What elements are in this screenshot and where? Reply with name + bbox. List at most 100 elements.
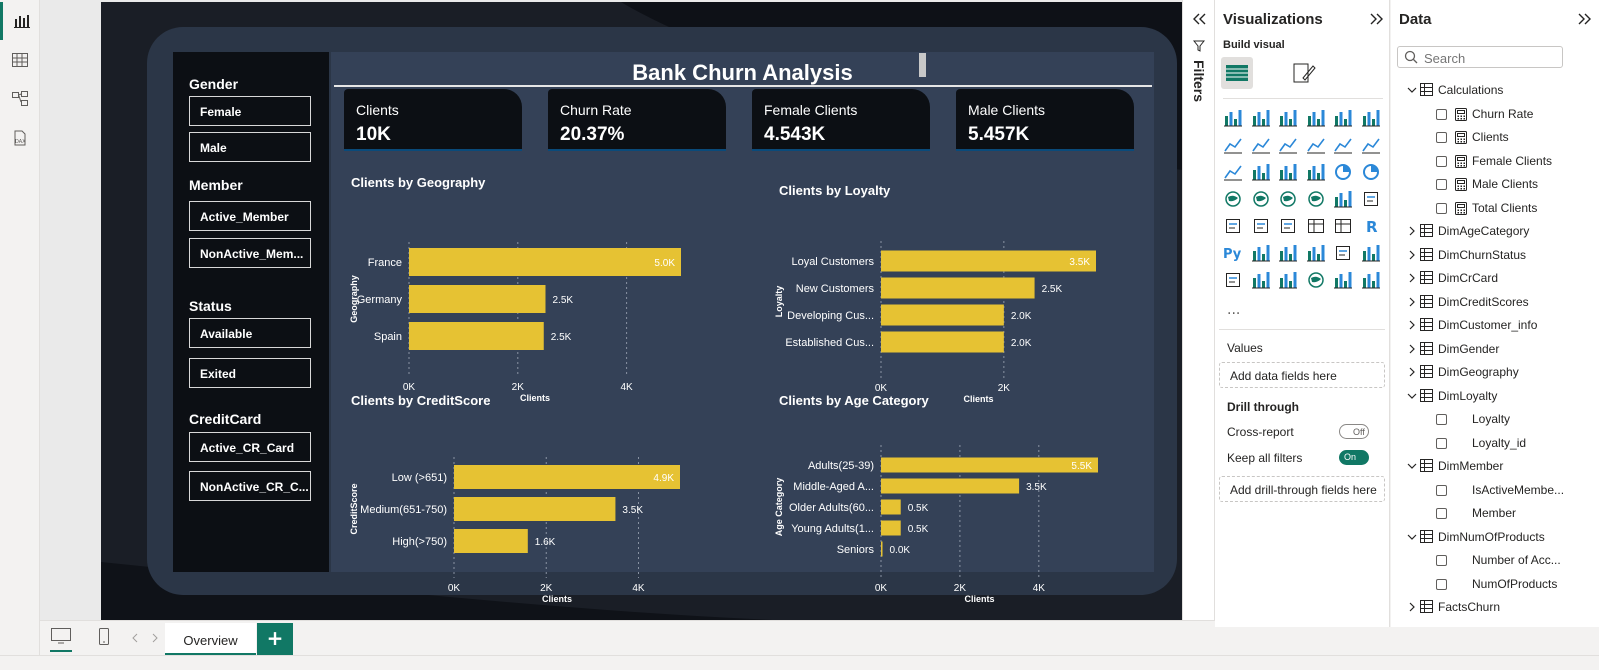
table-view-button[interactable]: [0, 41, 40, 79]
diamond-icon[interactable]: [1333, 270, 1355, 292]
field-checkbox[interactable]: [1436, 555, 1447, 566]
field-checkbox[interactable]: [1436, 202, 1447, 214]
python-visual-icon[interactable]: Py: [1223, 243, 1245, 265]
line-and-clustered-column-chart-icon[interactable]: [1361, 135, 1383, 157]
clients-by-loyalty-chart[interactable]: Clients by Loyalty 0K 2K Clients Loyalty Loy…: [771, 175, 1151, 404]
page-tab-overview[interactable]: Overview: [165, 623, 256, 656]
paginated-report-icon[interactable]: [1223, 270, 1245, 292]
creditcard-nonactive-option[interactable]: NonActive_CR_C...: [189, 471, 311, 501]
chevron-right-icon[interactable]: [1407, 296, 1417, 310]
decomposition-tree-icon[interactable]: [1278, 243, 1300, 265]
chevron-right-icon[interactable]: [1407, 601, 1417, 615]
filters-pane-collapsed[interactable]: Filters: [1182, 0, 1215, 627]
collapse-right-icon[interactable]: [1369, 12, 1383, 29]
status-available-option[interactable]: Available: [189, 318, 311, 348]
status-exited-option[interactable]: Exited: [189, 358, 311, 388]
kpi-female-clients-card[interactable]: Female Clients 4.543K: [752, 89, 930, 151]
chevron-right-icon[interactable]: [1407, 225, 1417, 239]
100-stacked-area-chart-icon[interactable]: [1306, 135, 1328, 157]
format-visual-tab[interactable]: [1291, 60, 1317, 89]
clustered-bar-chart-icon[interactable]: [1278, 108, 1300, 130]
metrics-icon[interactable]: [1361, 243, 1383, 265]
cross-report-toggle[interactable]: Off: [1339, 424, 1369, 439]
clients-by-geography-chart[interactable]: Clients by Geography 0K 2K 4K Clients Geogra…: [343, 167, 723, 402]
table-icon[interactable]: [1306, 216, 1328, 238]
chevron-right-icon[interactable]: [1407, 319, 1417, 333]
values-drop-well[interactable]: Add data fields here: [1219, 362, 1385, 388]
field-checkbox[interactable]: [1436, 132, 1447, 143]
chevron-right-icon[interactable]: [1407, 249, 1417, 263]
card-icon[interactable]: [1361, 189, 1383, 211]
model-view-button[interactable]: [0, 80, 40, 118]
chevron-right-icon[interactable]: [1407, 343, 1417, 357]
add-page-button[interactable]: +: [257, 623, 293, 656]
chevron-right-icon[interactable]: [1407, 272, 1417, 286]
next-page-icon[interactable]: [151, 632, 159, 646]
line-chart-icon[interactable]: [1223, 135, 1245, 157]
mobile-layout-button[interactable]: [98, 627, 110, 650]
member-nonactive-option[interactable]: NonActive_Mem...: [189, 238, 311, 268]
field-checkbox[interactable]: [1436, 179, 1447, 190]
bar[interactable]: [881, 457, 1098, 473]
bar[interactable]: [454, 465, 680, 489]
field-checkbox[interactable]: [1436, 108, 1447, 120]
waterfall-chart-icon[interactable]: [1251, 162, 1273, 184]
matrix-icon[interactable]: [1333, 216, 1355, 238]
map-icon[interactable]: [1251, 189, 1273, 211]
chevron-right-icon[interactable]: [1407, 366, 1417, 380]
member-active-option[interactable]: Active_Member: [189, 201, 311, 231]
pie-chart-icon[interactable]: [1333, 162, 1355, 184]
bar[interactable]: [454, 529, 528, 553]
line-and-stacked-column-chart-icon[interactable]: [1333, 135, 1355, 157]
drill-through-drop-well[interactable]: Add drill-through fields here: [1219, 476, 1385, 502]
arcgis-map-icon[interactable]: [1306, 270, 1328, 292]
power-automate-icon[interactable]: [1278, 270, 1300, 292]
desktop-layout-button[interactable]: [50, 627, 72, 652]
treemap-icon[interactable]: [1223, 189, 1245, 211]
bar[interactable]: [409, 322, 544, 350]
field-checkbox[interactable]: [1436, 414, 1447, 425]
kpi-clients-card[interactable]: Clients 10K: [344, 89, 522, 151]
data-search-input[interactable]: [1397, 46, 1563, 68]
field-checkbox[interactable]: [1436, 578, 1447, 590]
bar[interactable]: [881, 277, 1035, 299]
build-visual-tab[interactable]: [1221, 57, 1253, 89]
chevron-down-icon[interactable]: [1407, 84, 1417, 98]
clustered-column-chart-icon[interactable]: [1306, 108, 1328, 130]
stacked-column-chart-icon[interactable]: [1251, 108, 1273, 130]
ribbon-chart-icon[interactable]: [1223, 162, 1245, 184]
bar[interactable]: [881, 304, 1004, 326]
area-chart-icon[interactable]: [1251, 135, 1273, 157]
chevron-visual-icon[interactable]: [1361, 270, 1383, 292]
100-stacked-bar-chart-icon[interactable]: [1333, 108, 1355, 130]
bar[interactable]: [881, 250, 1096, 272]
r-visual-icon[interactable]: R: [1361, 216, 1383, 238]
bar[interactable]: [881, 499, 901, 515]
bar[interactable]: [881, 541, 883, 557]
kpi-male-clients-card[interactable]: Male Clients 5.457K: [956, 89, 1134, 151]
kpi-churn-rate-card[interactable]: Churn Rate 20.37%: [548, 89, 726, 151]
donut-chart-icon[interactable]: [1361, 162, 1383, 184]
multi-row-card-icon[interactable]: [1223, 216, 1245, 238]
collapse-data-pane-icon[interactable]: [1577, 12, 1591, 29]
stacked-area-chart-icon[interactable]: [1278, 135, 1300, 157]
bar[interactable]: [881, 520, 901, 536]
gauge-icon[interactable]: [1333, 189, 1355, 211]
expand-left-icon[interactable]: [1191, 12, 1207, 29]
bar[interactable]: [409, 285, 546, 313]
scatter-chart-icon[interactable]: [1306, 162, 1328, 184]
field-checkbox[interactable]: [1436, 155, 1447, 167]
field-checkbox[interactable]: [1436, 437, 1447, 449]
previous-page-icon[interactable]: [131, 632, 139, 646]
stacked-bar-chart-icon[interactable]: [1223, 108, 1245, 130]
100-stacked-column-chart-icon[interactable]: [1361, 108, 1383, 130]
dax-query-view-button[interactable]: DAX: [0, 119, 40, 157]
gender-male-option[interactable]: Male: [189, 132, 311, 162]
chevron-down-icon[interactable]: [1407, 460, 1417, 474]
clients-by-creditscore-chart[interactable]: Clients by CreditScore 0K 2K 4K Clients Cred…: [343, 385, 723, 604]
more-visuals-button[interactable]: ...: [1227, 302, 1240, 318]
kpi-icon[interactable]: [1251, 216, 1273, 238]
key-influencers-icon[interactable]: [1251, 243, 1273, 265]
bar[interactable]: [454, 497, 616, 521]
keep-all-filters-toggle[interactable]: On: [1339, 450, 1369, 465]
